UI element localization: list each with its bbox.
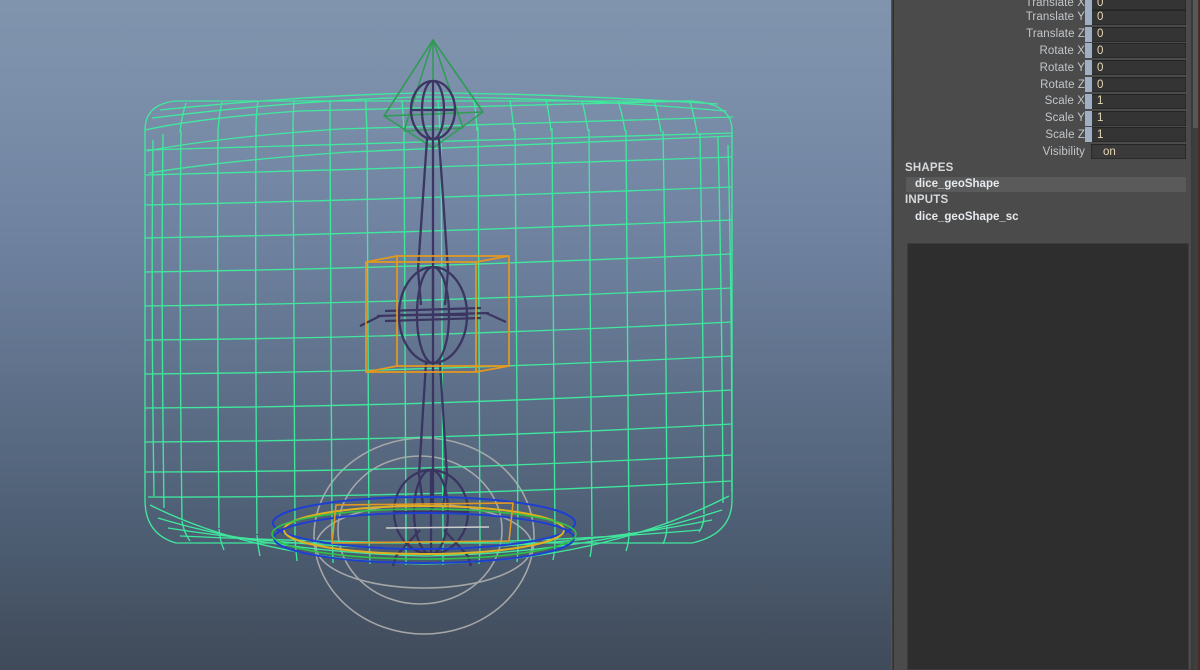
attr-row-translate-z[interactable]: Translate Z 0 xyxy=(894,26,1200,43)
section-header-shapes: SHAPES xyxy=(905,162,954,175)
attr-row-scale-y[interactable]: Scale Y1 xyxy=(894,110,1200,127)
attr-input-translate-x[interactable]: 0 xyxy=(1085,0,1186,10)
attr-keyable-tab[interactable] xyxy=(1085,93,1092,109)
attr-keyable-tab[interactable] xyxy=(1085,77,1092,93)
attr-keyable-tab[interactable] xyxy=(1085,0,1092,10)
attr-input-rotate-x[interactable]: 0 xyxy=(1085,43,1186,59)
list-item-label: dice_geoShape_sc xyxy=(915,211,1019,224)
attr-value: 0 xyxy=(1097,0,1104,9)
attr-row-visibility[interactable]: Visibility on xyxy=(894,143,1200,160)
attr-value: 1 xyxy=(1097,128,1104,141)
attr-row-rotate-y[interactable]: Rotate Y 0 xyxy=(894,59,1200,76)
attr-value: 0 xyxy=(1097,28,1104,41)
attr-label: Rotate X xyxy=(1039,44,1085,57)
list-item[interactable]: dice_geoShape_sc xyxy=(894,209,1200,226)
attr-input-scale-x[interactable]: 1 xyxy=(1085,93,1186,109)
attr-keyable-tab[interactable] xyxy=(1085,43,1092,59)
attr-value: on xyxy=(1103,145,1116,158)
section-header-inputs: INPUTS xyxy=(905,194,949,207)
list-item[interactable]: dice_geoShape xyxy=(906,177,1186,193)
dice-geo-wireframe[interactable] xyxy=(144,92,734,565)
channel-box-panel: Translate X 0 Translate Y 0 Translate Z 0 Rota… xyxy=(894,0,1200,670)
node-sections: SHAPES dice_geoShape INPUTS dice_geoShape_s… xyxy=(894,160,1200,226)
channel-box-content: Translate X 0 Translate Y 0 Translate Z 0 Rota… xyxy=(894,0,1200,226)
attr-input-scale-y[interactable]: 1 xyxy=(1085,110,1186,126)
attr-input-translate-y[interactable]: 0 xyxy=(1085,9,1186,25)
attr-value: 0 xyxy=(1097,61,1104,74)
application-window: Translate X 0 Translate Y 0 Translate Z 0 Rota… xyxy=(0,0,1200,670)
attr-keyable-tab[interactable] xyxy=(1085,9,1092,25)
perspective-viewport[interactable] xyxy=(0,0,891,670)
attr-row-scale-z[interactable]: Scale Z1 xyxy=(894,127,1200,144)
attr-value: 0 xyxy=(1097,11,1104,24)
attr-input-visibility[interactable]: on xyxy=(1091,144,1186,160)
node-detail-area[interactable] xyxy=(907,243,1189,670)
attr-value: 0 xyxy=(1097,78,1104,91)
attr-input-rotate-y[interactable]: 0 xyxy=(1085,60,1186,76)
attr-input-scale-z[interactable]: 1 xyxy=(1085,127,1186,143)
attr-row-rotate-z[interactable]: Rotate Z 0 xyxy=(894,76,1200,93)
attr-input-translate-z[interactable]: 0 xyxy=(1085,26,1186,42)
attr-value: 0 xyxy=(1097,44,1104,57)
attr-row-translate-y[interactable]: Translate Y 0 xyxy=(894,9,1200,26)
joint-chain[interactable] xyxy=(359,79,507,567)
attr-row-rotate-x[interactable]: Rotate X 0 xyxy=(894,43,1200,60)
attr-label: Rotate Y xyxy=(1039,61,1085,74)
attr-keyable-tab[interactable] xyxy=(1085,60,1092,76)
attr-input-rotate-z[interactable]: 0 xyxy=(1085,77,1186,93)
attr-keyable-tab[interactable] xyxy=(1085,127,1092,143)
attr-keyable-tab[interactable] xyxy=(1085,26,1092,42)
attr-keyable-tab[interactable] xyxy=(1085,110,1092,126)
attr-value: 1 xyxy=(1097,112,1104,125)
attr-label: Translate Z xyxy=(1026,28,1085,41)
attr-label: Rotate Z xyxy=(1040,78,1085,91)
list-item-label: dice_geoShape xyxy=(915,178,1000,191)
attr-value: 1 xyxy=(1097,95,1104,108)
attr-label: Translate Y xyxy=(1025,11,1085,24)
attr-row-scale-x[interactable]: Scale X1 xyxy=(894,93,1200,110)
attr-label: Visibility xyxy=(1042,145,1085,158)
attr-row-translate-x[interactable]: Translate X0 xyxy=(894,0,1200,10)
transform-attribute-list: Translate X 0 Translate Y 0 Translate Z 0 Rota… xyxy=(894,0,1200,160)
viewport-scene xyxy=(144,38,734,635)
